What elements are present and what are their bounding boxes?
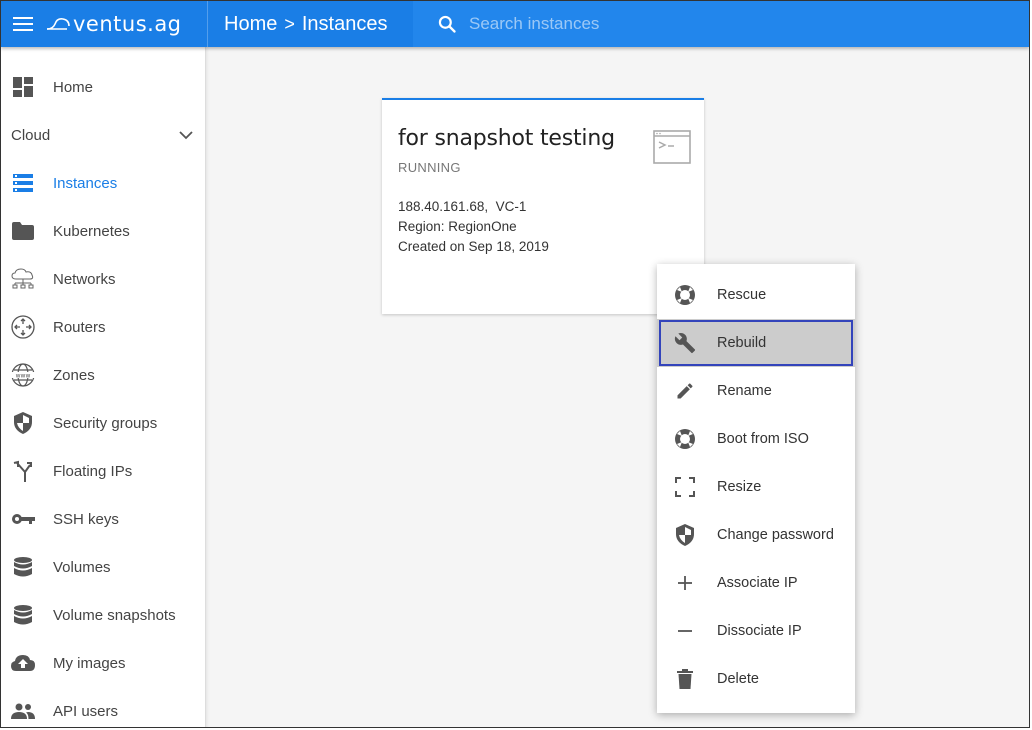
- sidebar-section-cloud[interactable]: Cloud: [1, 111, 205, 159]
- menu-item-label: Rename: [717, 383, 772, 399]
- sidebar-item-label: Volume snapshots: [53, 606, 176, 624]
- trash-icon: [673, 667, 697, 691]
- sidebar-item-label: SSH keys: [53, 510, 119, 528]
- plus-icon: [673, 571, 697, 595]
- cloud-upload-icon: [11, 651, 35, 675]
- menu-button[interactable]: [1, 1, 45, 47]
- sidebar-item-my-images[interactable]: My images: [1, 639, 205, 687]
- sidebar-section-label: Cloud: [11, 126, 51, 144]
- server-list-icon: [11, 171, 35, 195]
- key-icon: [11, 507, 35, 531]
- fork-arrows-icon: [11, 459, 35, 483]
- sidebar-item-volumes[interactable]: Volumes: [1, 543, 205, 591]
- sidebar-item-zones[interactable]: www Zones: [1, 351, 205, 399]
- search-bar: [413, 1, 1029, 47]
- sidebar-item-label: Floating IPs: [53, 462, 133, 480]
- sidebar-item-label: Instances: [53, 174, 118, 192]
- sidebar-item-label: Networks: [53, 270, 116, 288]
- logo[interactable]: ventus.ag: [45, 1, 207, 47]
- lifebuoy-icon: [673, 283, 697, 307]
- sidebar-item-label: My images: [53, 654, 126, 672]
- people-icon: [11, 699, 35, 723]
- menu-item-associate-ip[interactable]: Associate IP: [657, 559, 855, 607]
- logo-text: ventus.ag: [73, 12, 182, 36]
- sidebar-item-label: Home: [53, 78, 94, 96]
- instance-status: RUNNING: [398, 160, 461, 175]
- app-window: ventus.ag Home > Instances Home: [0, 0, 1030, 728]
- instance-context-menu: Rescue Rebuild Rename Boot from ISO Resi…: [657, 264, 855, 713]
- menu-item-label: Dissociate IP: [717, 623, 802, 639]
- sidebar-item-routers[interactable]: Routers: [1, 303, 205, 351]
- menu-item-dissociate-ip[interactable]: Dissociate IP: [657, 607, 855, 655]
- instance-created-date: Created on Sep 18, 2019: [398, 239, 549, 254]
- shield-icon: [673, 523, 697, 547]
- cloud-network-icon: [11, 267, 35, 291]
- sidebar-item-label: Routers: [53, 318, 106, 336]
- breadcrumb: Home > Instances: [207, 1, 413, 47]
- hamburger-icon: [13, 17, 33, 31]
- instance-region: Region: RegionOne: [398, 219, 517, 234]
- menu-item-label: Rebuild: [717, 335, 767, 351]
- sidebar-item-ssh-keys[interactable]: SSH keys: [1, 495, 205, 543]
- sidebar-item-floating-ips[interactable]: Floating IPs: [1, 447, 205, 495]
- shield-icon: [11, 411, 35, 435]
- sidebar-item-label: Zones: [53, 366, 95, 384]
- folder-icon: [11, 219, 35, 243]
- pencil-icon: [673, 379, 697, 403]
- search-icon: [438, 15, 456, 33]
- database-icon: [11, 555, 35, 579]
- menu-item-rebuild[interactable]: Rebuild: [657, 319, 855, 367]
- menu-item-label: Boot from ISO: [717, 431, 809, 447]
- wrench-icon: [673, 331, 697, 355]
- www-globe-icon: www: [11, 363, 35, 387]
- menu-item-label: Associate IP: [717, 575, 798, 591]
- menu-item-rescue[interactable]: Rescue: [657, 271, 855, 319]
- database-icon: [11, 603, 35, 627]
- search-input[interactable]: [469, 14, 869, 34]
- menu-item-label: Change password: [717, 527, 834, 543]
- top-bar: ventus.ag Home > Instances: [1, 1, 1029, 47]
- breadcrumb-separator: >: [284, 13, 295, 34]
- instance-name: for snapshot testing: [398, 126, 615, 151]
- instance-card[interactable]: for snapshot testing RUNNING 188.40.161.…: [382, 98, 704, 314]
- instance-ip-flavor: 188.40.161.68, VC-1: [398, 199, 527, 214]
- menu-item-label: Resize: [717, 479, 762, 495]
- breadcrumb-home[interactable]: Home: [224, 13, 277, 36]
- router-icon: [11, 315, 35, 339]
- menu-item-rename[interactable]: Rename: [657, 367, 855, 415]
- svg-text:www: www: [16, 373, 31, 380]
- console-icon[interactable]: [653, 130, 691, 164]
- resize-corners-icon: [673, 475, 697, 499]
- sidebar-item-label: Kubernetes: [53, 222, 130, 240]
- sidebar-item-kubernetes[interactable]: Kubernetes: [1, 207, 205, 255]
- sidebar-item-label: Security groups: [53, 414, 158, 432]
- chevron-down-icon: [179, 130, 193, 139]
- sidebar-item-api-users[interactable]: API users: [1, 687, 205, 727]
- sidebar-item-networks[interactable]: Networks: [1, 255, 205, 303]
- sidebar-item-security-groups[interactable]: Security groups: [1, 399, 205, 447]
- menu-item-label: Rescue: [717, 287, 767, 303]
- menu-item-boot-from-iso[interactable]: Boot from ISO: [657, 415, 855, 463]
- dashboard-icon: [11, 75, 35, 99]
- menu-item-delete[interactable]: Delete: [657, 655, 855, 703]
- sidebar-item-label: Volumes: [53, 558, 111, 576]
- menu-item-resize[interactable]: Resize: [657, 463, 855, 511]
- sidebar-item-home[interactable]: Home: [1, 63, 205, 111]
- logo-swoosh-icon: [46, 18, 70, 30]
- menu-item-label: Delete: [717, 671, 759, 687]
- menu-item-change-password[interactable]: Change password: [657, 511, 855, 559]
- lifebuoy-icon: [673, 427, 697, 451]
- sidebar-item-volume-snapshots[interactable]: Volume snapshots: [1, 591, 205, 639]
- minus-icon: [673, 619, 697, 643]
- sidebar: Home Cloud Instances Kubernetes Networks…: [1, 47, 206, 727]
- sidebar-item-label: API users: [53, 702, 119, 720]
- sidebar-item-instances[interactable]: Instances: [1, 159, 205, 207]
- breadcrumb-current: Instances: [301, 12, 388, 35]
